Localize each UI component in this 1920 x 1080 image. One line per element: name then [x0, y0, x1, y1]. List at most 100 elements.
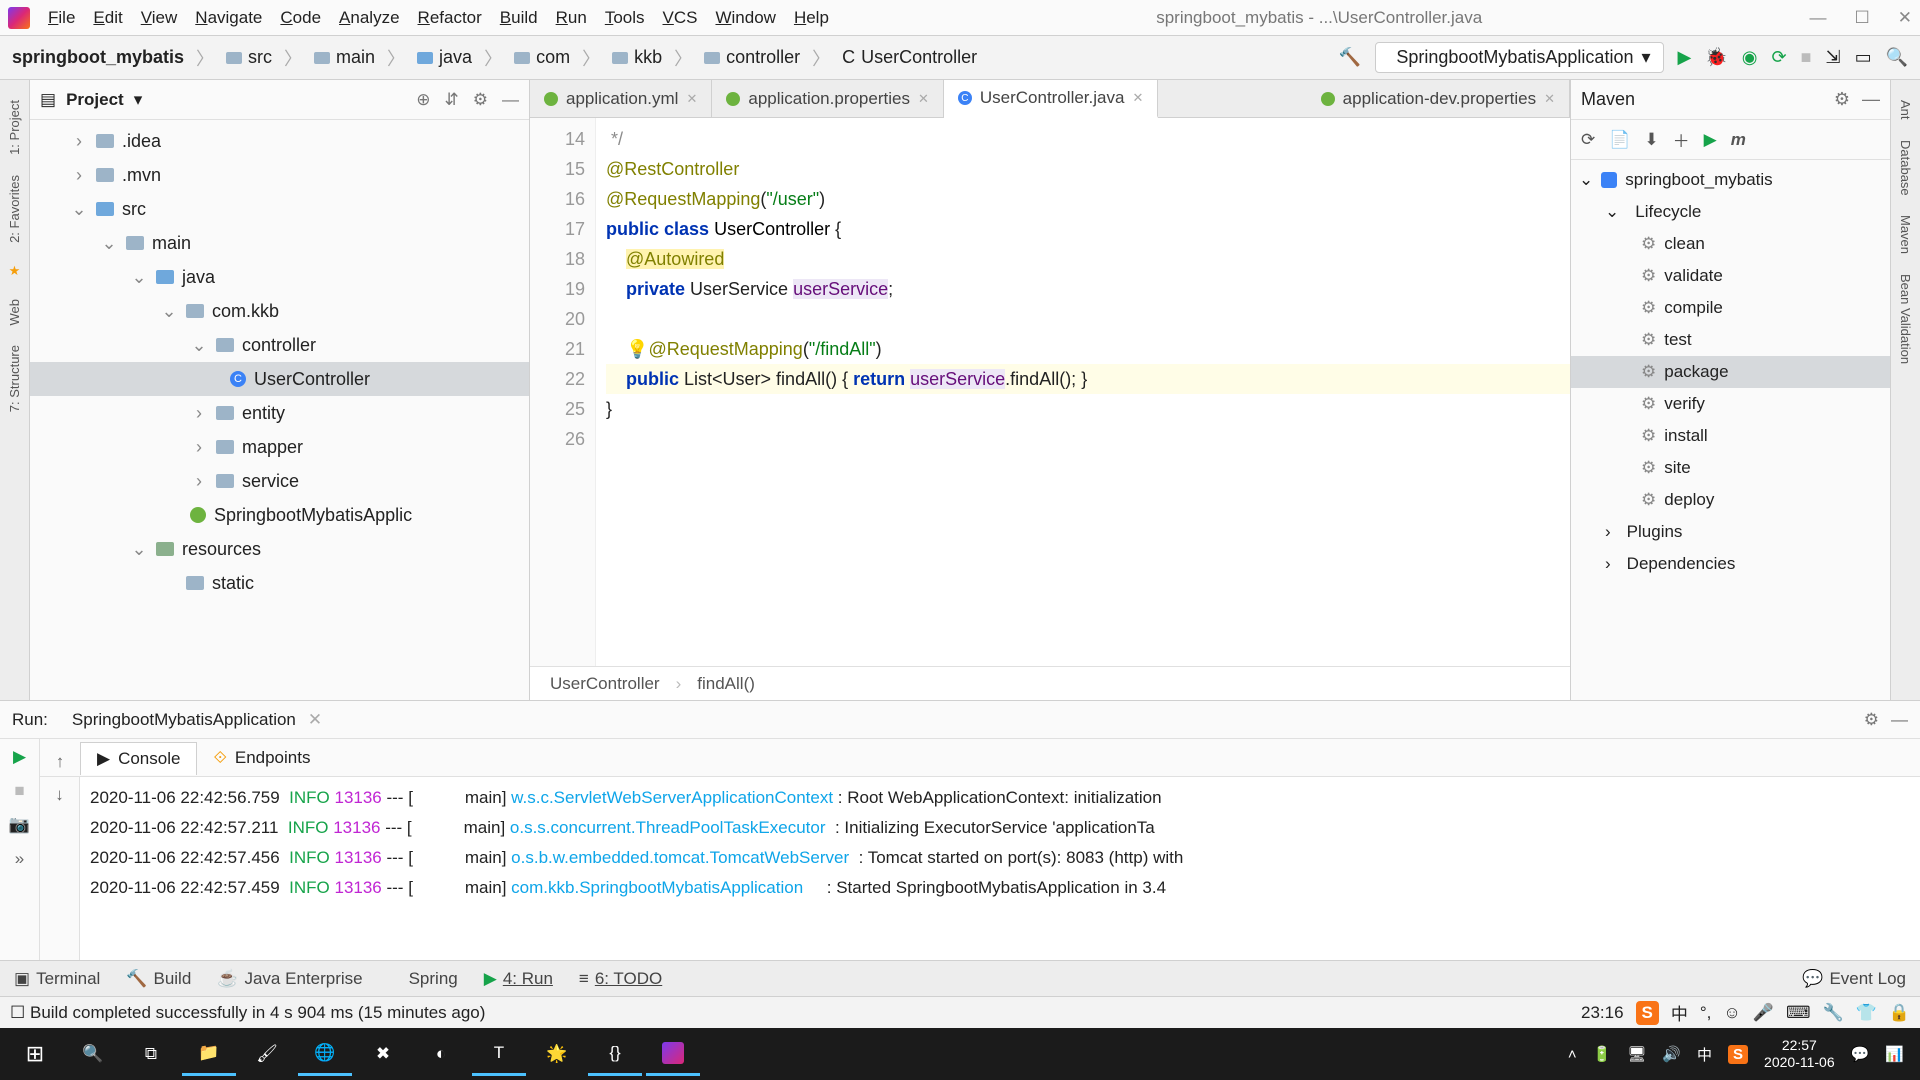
bc-class[interactable]: UserController [550, 674, 660, 694]
tab-todo[interactable]: ≡6: TODO [579, 969, 662, 989]
tab-spring[interactable]: Spring [389, 969, 458, 989]
close-icon[interactable]: ✕ [1544, 91, 1555, 107]
tree-node-app[interactable]: SpringbootMybatisApplic [30, 498, 529, 532]
run-button-icon[interactable]: ▶ [1678, 47, 1692, 68]
down-icon[interactable]: ↓ [55, 785, 64, 805]
tab-application-properties[interactable]: application.properties✕ [712, 80, 944, 117]
add-icon[interactable]: ＋ [1673, 127, 1690, 152]
status-icon[interactable]: ☐ [10, 1003, 25, 1023]
tree-node-main[interactable]: ⌄main [30, 226, 529, 260]
menu-help[interactable]: Help [794, 8, 829, 28]
menu-code[interactable]: Code [280, 8, 321, 28]
app4-taskbar-icon[interactable]: 🌟 [530, 1032, 584, 1076]
tree-node-mapper[interactable]: ›mapper [30, 430, 529, 464]
text-taskbar-icon[interactable]: T [472, 1032, 526, 1076]
tray-notif-icon[interactable]: 💬 [1851, 1045, 1870, 1063]
code-editor[interactable]: 14 15 16 17 18 19 20 21 22 25 26 */ @Res… [530, 118, 1570, 666]
stop-icon[interactable]: ■ [14, 781, 24, 801]
endpoints-tab[interactable]: ⟐Endpoints [197, 742, 326, 774]
maven-goal-clean[interactable]: ⚙clean [1571, 228, 1890, 260]
explorer-taskbar-icon[interactable]: 📁 [182, 1032, 236, 1076]
tray-clock[interactable]: 22:57 2020-11-06 [1764, 1037, 1835, 1071]
close-icon[interactable]: ✕ [918, 91, 929, 107]
close-icon[interactable]: ✕ [1898, 8, 1912, 28]
app2-taskbar-icon[interactable]: ✖ [356, 1032, 410, 1076]
tool-database[interactable]: Database [1898, 140, 1913, 196]
start-button[interactable]: ⊞ [8, 1032, 62, 1076]
tab-usercontroller[interactable]: CUserController.java✕ [944, 80, 1158, 118]
attach-icon[interactable]: ▭ [1855, 47, 1872, 68]
expand-icon[interactable]: ⇵ [445, 90, 459, 110]
update-app-icon[interactable]: ⇲ [1825, 47, 1840, 68]
tab-run[interactable]: ▶4: Run [484, 969, 553, 989]
bc-main[interactable]: main [306, 43, 383, 72]
run-config-selector[interactable]: SpringbootMybatisApplication ▾ [1375, 42, 1663, 73]
chevron-down-icon[interactable]: ▾ [134, 90, 143, 110]
tool-bean-validation[interactable]: Bean Validation [1898, 274, 1913, 364]
maven-goal-site[interactable]: ⚙site [1571, 452, 1890, 484]
tree-node-resources[interactable]: ⌄resources [30, 532, 529, 566]
maximize-icon[interactable]: ☐ [1855, 8, 1870, 28]
app-taskbar-icon[interactable]: 🖌 [240, 1032, 294, 1076]
refresh-icon[interactable]: ⟳ [1581, 130, 1595, 150]
console-tab[interactable]: ▶Console [80, 742, 197, 775]
bc-class[interactable]: CUserController [834, 43, 985, 72]
bc-root[interactable]: springboot_mybatis [4, 43, 192, 72]
tree-node-idea[interactable]: ›.idea [30, 124, 529, 158]
minimize-panel-icon[interactable]: — [1862, 89, 1880, 110]
tool-ant[interactable]: Ant [1898, 100, 1913, 120]
tab-application-dev[interactable]: application-dev.properties✕ [1307, 80, 1570, 117]
ime-icon[interactable]: 中 [1671, 1000, 1688, 1025]
tray-sogou-icon[interactable]: S [1728, 1045, 1748, 1064]
sogou-icon[interactable]: S [1636, 1001, 1659, 1025]
maven-goal-validate[interactable]: ⚙validate [1571, 260, 1890, 292]
locate-icon[interactable]: ⊕ [416, 90, 430, 110]
tree-node-service[interactable]: ›service [30, 464, 529, 498]
maven-goal-test[interactable]: ⚙test [1571, 324, 1890, 356]
maven-plugins[interactable]: ›Plugins [1571, 516, 1890, 548]
maven-m-icon[interactable]: m [1731, 130, 1746, 150]
bc-kkb[interactable]: kkb [604, 43, 670, 72]
maven-root[interactable]: ⌄springboot_mybatis [1571, 164, 1890, 196]
more-icon[interactable]: » [15, 849, 24, 869]
tab-terminal[interactable]: ▣Terminal [14, 969, 100, 989]
close-icon[interactable]: ✕ [1132, 90, 1143, 106]
menu-view[interactable]: View [141, 8, 178, 28]
tree-node-controller[interactable]: ⌄controller [30, 328, 529, 362]
tool-icon[interactable]: 🔧 [1822, 1003, 1843, 1023]
rerun-icon[interactable]: ▶ [13, 747, 26, 767]
mic-icon[interactable]: 🎤 [1753, 1003, 1774, 1023]
tray-battery-icon[interactable]: 🔋 [1593, 1045, 1612, 1063]
maven-goal-compile[interactable]: ⚙compile [1571, 292, 1890, 324]
emoji-icon[interactable]: ☺ [1723, 1003, 1740, 1023]
tab-event-log[interactable]: 💬Event Log [1802, 969, 1906, 989]
tool-structure[interactable]: 7: Structure [7, 345, 22, 412]
up-icon[interactable]: ↑ [56, 752, 65, 772]
punct-icon[interactable]: °, [1700, 1003, 1712, 1023]
menu-vcs[interactable]: VCS [663, 8, 698, 28]
lock-icon[interactable]: 🔒 [1889, 1003, 1910, 1023]
tree-node-entity[interactable]: ›entity [30, 396, 529, 430]
profile-icon[interactable]: ⟳ [1772, 47, 1787, 68]
tool-web[interactable]: Web [7, 299, 22, 326]
minimize-panel-icon[interactable]: — [1891, 710, 1908, 730]
menu-file[interactable]: File [48, 8, 75, 28]
minimize-icon[interactable]: — [1810, 8, 1827, 28]
chrome-taskbar-icon[interactable]: 🌐 [298, 1032, 352, 1076]
menu-window[interactable]: Window [715, 8, 775, 28]
maven-goal-verify[interactable]: ⚙verify [1571, 388, 1890, 420]
tree-node-pkg[interactable]: ⌄com.kkb [30, 294, 529, 328]
maven-deps[interactable]: ›Dependencies [1571, 548, 1890, 580]
tree-node-src[interactable]: ⌄src [30, 192, 529, 226]
minimize-panel-icon[interactable]: — [502, 90, 519, 110]
coverage-icon[interactable]: ◉ [1742, 47, 1758, 68]
menu-run[interactable]: Run [556, 8, 587, 28]
close-icon[interactable]: ✕ [686, 91, 697, 107]
ide-taskbar-icon[interactable]: {} [588, 1032, 642, 1076]
tray-monitor-icon[interactable]: 🖥 [1627, 1045, 1646, 1063]
menu-tools[interactable]: Tools [605, 8, 645, 28]
tab-application-yml[interactable]: application.yml✕ [530, 80, 712, 117]
generate-sources-icon[interactable]: 📄 [1609, 130, 1630, 150]
gear-icon[interactable]: ⚙ [1864, 710, 1879, 730]
bc-com[interactable]: com [506, 43, 578, 72]
